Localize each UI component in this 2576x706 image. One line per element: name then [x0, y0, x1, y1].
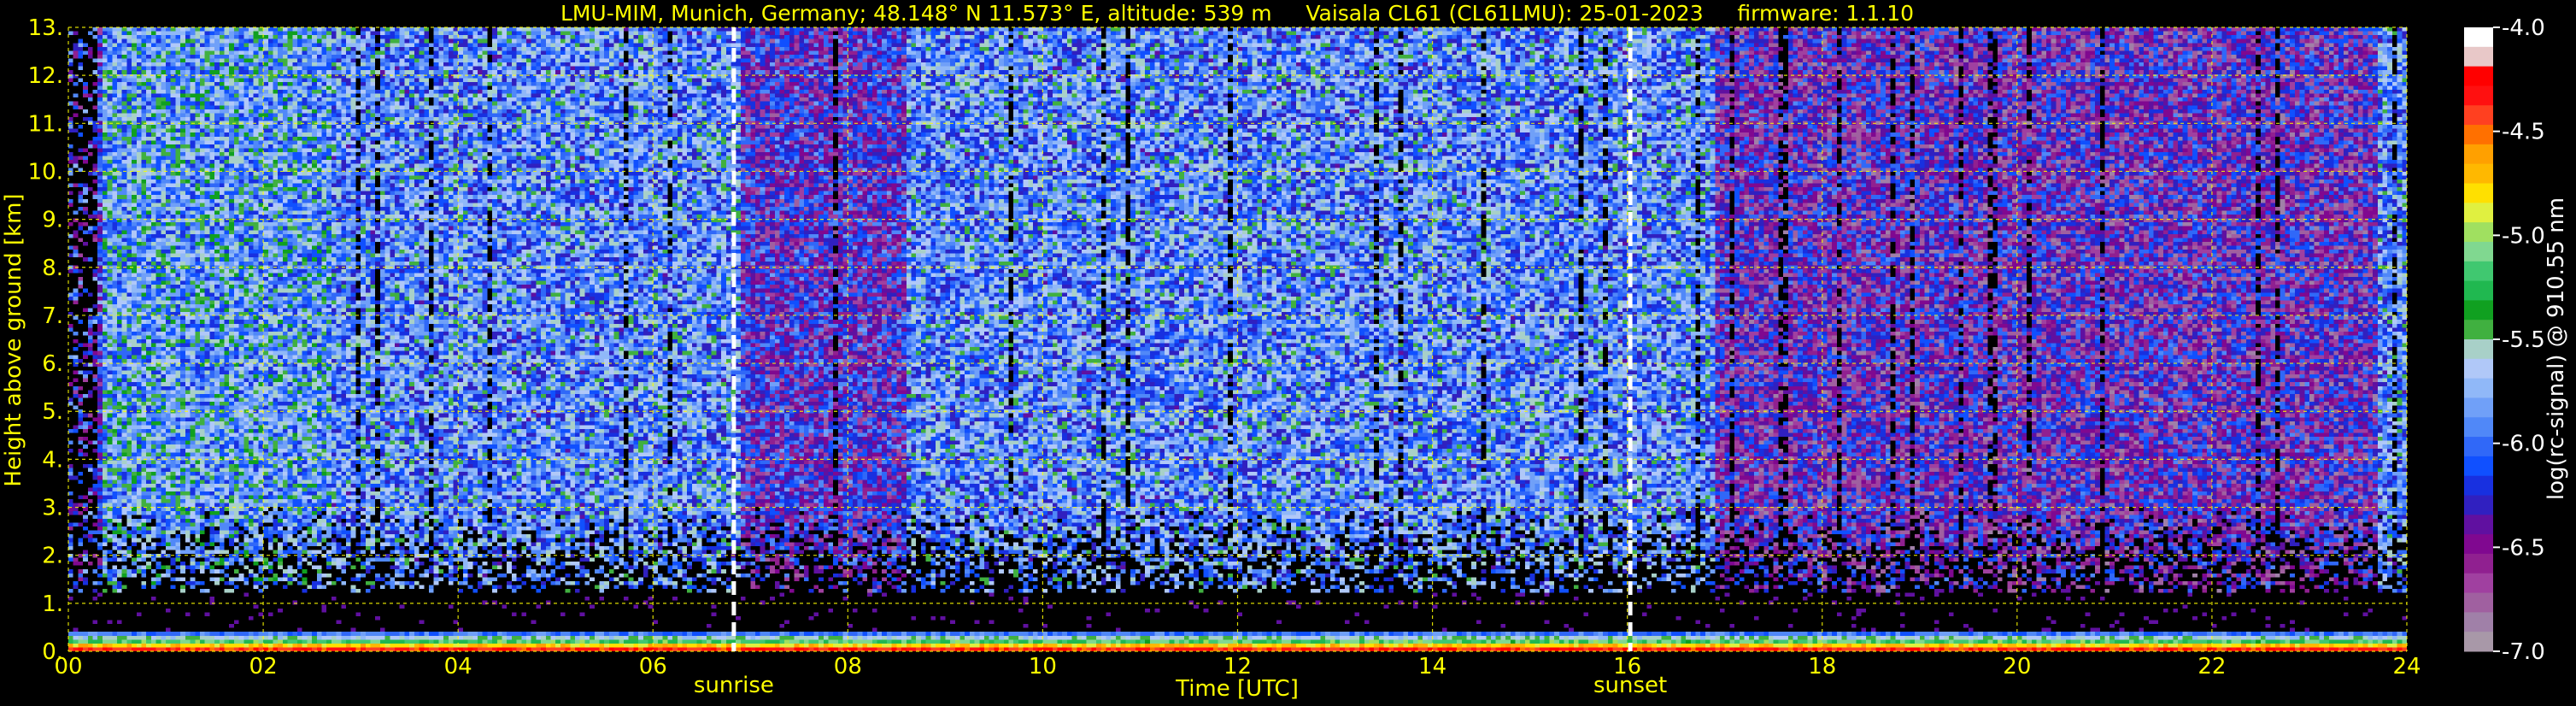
x-tick-label: 16 [1613, 654, 1641, 680]
colorbar-segment [2464, 163, 2493, 184]
colorbar-segment [2464, 515, 2493, 535]
colorbar-segment [2464, 144, 2493, 165]
colorbar-segment [2464, 300, 2493, 321]
heatmap-image [68, 27, 2407, 651]
x-tick-label: 24 [2392, 654, 2421, 680]
colorbar-segment [2464, 320, 2493, 340]
colorbar-segment [2464, 280, 2493, 301]
colorbar-segment [2464, 27, 2493, 48]
y-tick-label: 7. [42, 303, 63, 329]
colorbar-segment [2464, 378, 2493, 398]
colorbar-segment [2464, 46, 2493, 68]
colorbar-segment [2464, 573, 2493, 594]
y-tick-label: 11. [28, 111, 63, 137]
y-tick-label: 5. [42, 399, 63, 425]
y-tick-label: 9. [42, 208, 63, 233]
y-tick-label: 6. [42, 351, 63, 377]
colorbar-segment [2464, 222, 2493, 243]
x-axis-label: Time [UTC] [1175, 676, 1299, 702]
colorbar-tick-label: -4.5 [2502, 120, 2545, 145]
x-tick-label: 18 [1808, 654, 1836, 680]
colorbar-tick-label: -7.0 [2502, 639, 2545, 665]
ceilometer-chart: LMU-MIM, Munich, Germany; 48.148° N 11.5… [0, 0, 2576, 706]
y-tick-label: 2. [42, 544, 63, 569]
colorbar-segment [2464, 632, 2493, 652]
colorbar [2464, 27, 2493, 652]
y-tick-label: 13. [28, 15, 63, 41]
colorbar-segment [2464, 66, 2493, 86]
plot-area [68, 27, 2407, 651]
x-tick-label: 08 [834, 654, 862, 680]
y-tick-label: 12. [28, 63, 63, 89]
colorbar-segment [2464, 183, 2493, 203]
colorbar-segment [2464, 241, 2493, 262]
x-tick-label: 00 [54, 654, 82, 680]
x-tick-label: 04 [444, 654, 472, 680]
colorbar-segment [2464, 553, 2493, 574]
colorbar-segment [2464, 495, 2493, 515]
colorbar-segment [2464, 105, 2493, 126]
colorbar-tick-label: -6.0 [2502, 432, 2545, 457]
colorbar-tick-label: -5.5 [2502, 327, 2545, 353]
colorbar-segment [2464, 456, 2493, 477]
colorbar-segment [2464, 125, 2493, 145]
sunrise-label: sunrise [694, 673, 774, 698]
colorbar-tick-label: -5.0 [2502, 223, 2545, 249]
colorbar-segment [2464, 534, 2493, 555]
y-tick-label: 8. [42, 256, 63, 281]
x-tick-label: 20 [2003, 654, 2031, 680]
colorbar-segment [2464, 397, 2493, 418]
x-tick-label: 22 [2198, 654, 2226, 680]
y-tick-label: 1. [42, 591, 63, 617]
colorbar-tick-label: -4.0 [2502, 15, 2545, 41]
colorbar-segment [2464, 475, 2493, 496]
colorbar-label: log(rc-signal) @ 910.55 nm [2544, 197, 2569, 500]
x-tick-label: 02 [249, 654, 278, 680]
colorbar-segment [2464, 592, 2493, 613]
chart-title: LMU-MIM, Munich, Germany; 48.148° N 11.5… [560, 1, 1914, 26]
y-axis-label: Height above ground [km] [1, 193, 26, 486]
colorbar-segment [2464, 358, 2493, 379]
x-tick-label: 06 [639, 654, 667, 680]
colorbar-segment [2464, 261, 2493, 282]
colorbar-segment [2464, 203, 2493, 223]
colorbar-segment [2464, 417, 2493, 438]
x-tick-label: 10 [1029, 654, 1057, 680]
y-tick-label: 3. [42, 496, 63, 521]
colorbar-segment [2464, 437, 2493, 457]
colorbar-segment [2464, 339, 2493, 360]
colorbar-tick-label: -6.5 [2502, 535, 2545, 561]
x-tick-label: 14 [1418, 654, 1446, 680]
y-tick-label: 4. [42, 447, 63, 473]
y-tick-label: 10. [28, 159, 63, 185]
colorbar-segment [2464, 85, 2493, 106]
colorbar-segment [2464, 612, 2493, 632]
